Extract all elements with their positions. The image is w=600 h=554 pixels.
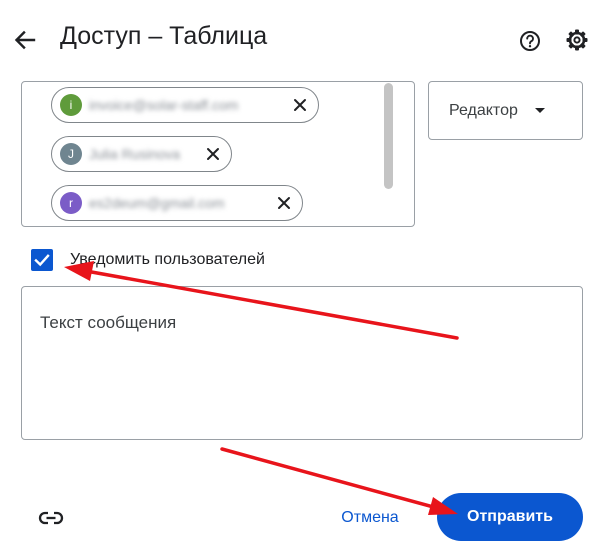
message-placeholder: Текст сообщения (40, 313, 177, 332)
avatar: r (60, 192, 82, 214)
close-icon[interactable] (204, 145, 222, 163)
checkmark-icon (34, 254, 50, 267)
gear-icon (566, 29, 588, 51)
help-button[interactable] (515, 26, 545, 56)
recipient-chip[interactable]: J Julia Rusinova (51, 136, 232, 172)
avatar: i (60, 94, 82, 116)
cancel-button[interactable]: Отмена (330, 500, 410, 536)
caret-down-icon (534, 108, 545, 113)
help-icon (520, 31, 540, 51)
recipient-chip[interactable]: r es2deum@gmail.com (51, 185, 303, 221)
arrow-back-icon (14, 30, 36, 50)
role-selected-value: Редактор (449, 101, 518, 119)
recipient-email: invoice@solar-staff.com (89, 97, 239, 113)
close-icon[interactable] (291, 96, 309, 114)
role-select[interactable]: Редактор (428, 81, 583, 140)
close-icon[interactable] (275, 194, 293, 212)
notify-checkbox[interactable] (31, 249, 53, 271)
copy-link-button[interactable] (34, 503, 68, 533)
scrollbar[interactable] (384, 83, 393, 189)
back-button[interactable] (8, 25, 42, 55)
page-title: Доступ – Таблица (60, 22, 268, 50)
recipient-email: es2deum@gmail.com (89, 195, 225, 211)
link-icon (38, 511, 64, 525)
settings-button[interactable] (562, 25, 592, 55)
recipient-email: Julia Rusinova (89, 146, 181, 162)
recipients-field[interactable]: i invoice@solar-staff.com J Julia Rusino… (21, 81, 415, 227)
notify-label: Уведомить пользователей (70, 251, 265, 268)
avatar: J (60, 143, 82, 165)
message-textarea[interactable] (21, 286, 583, 440)
send-button[interactable]: Отправить (437, 493, 583, 541)
recipient-chip[interactable]: i invoice@solar-staff.com (51, 87, 319, 123)
